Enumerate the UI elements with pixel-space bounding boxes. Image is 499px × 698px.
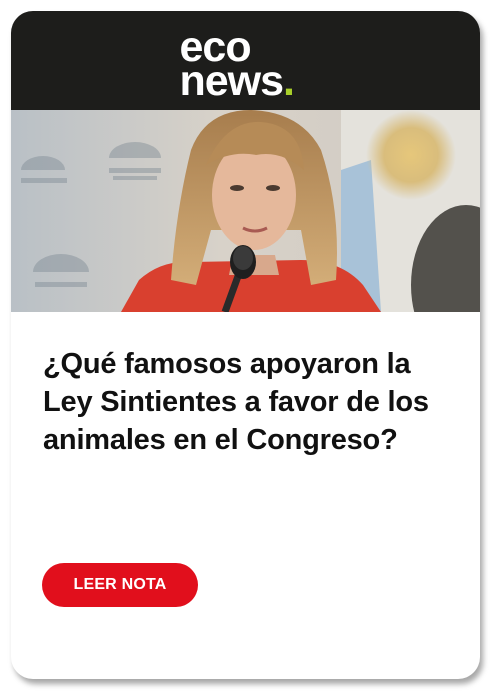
logo-word-news-text: news xyxy=(179,56,285,105)
read-article-button[interactable]: LEER NOTA xyxy=(42,563,198,607)
card-header: eco news. xyxy=(11,11,480,110)
right-eye xyxy=(266,185,280,191)
logo-word-news: news. xyxy=(179,56,295,105)
article-photo-illustration xyxy=(11,110,480,312)
econews-logo: eco news. xyxy=(176,21,316,105)
article-headline[interactable]: ¿Qué famosos apoyaron la Ley Sintientes … xyxy=(43,345,448,459)
left-eye xyxy=(230,185,244,191)
flag-sun xyxy=(366,110,456,200)
article-photo[interactable] xyxy=(11,110,480,312)
logo-dot: . xyxy=(283,56,295,105)
card-content: ¿Qué famosos apoyaron la Ley Sintientes … xyxy=(11,312,480,459)
news-card[interactable]: eco news. ¿Qué famosos apoyaron la Ley S… xyxy=(11,11,480,679)
